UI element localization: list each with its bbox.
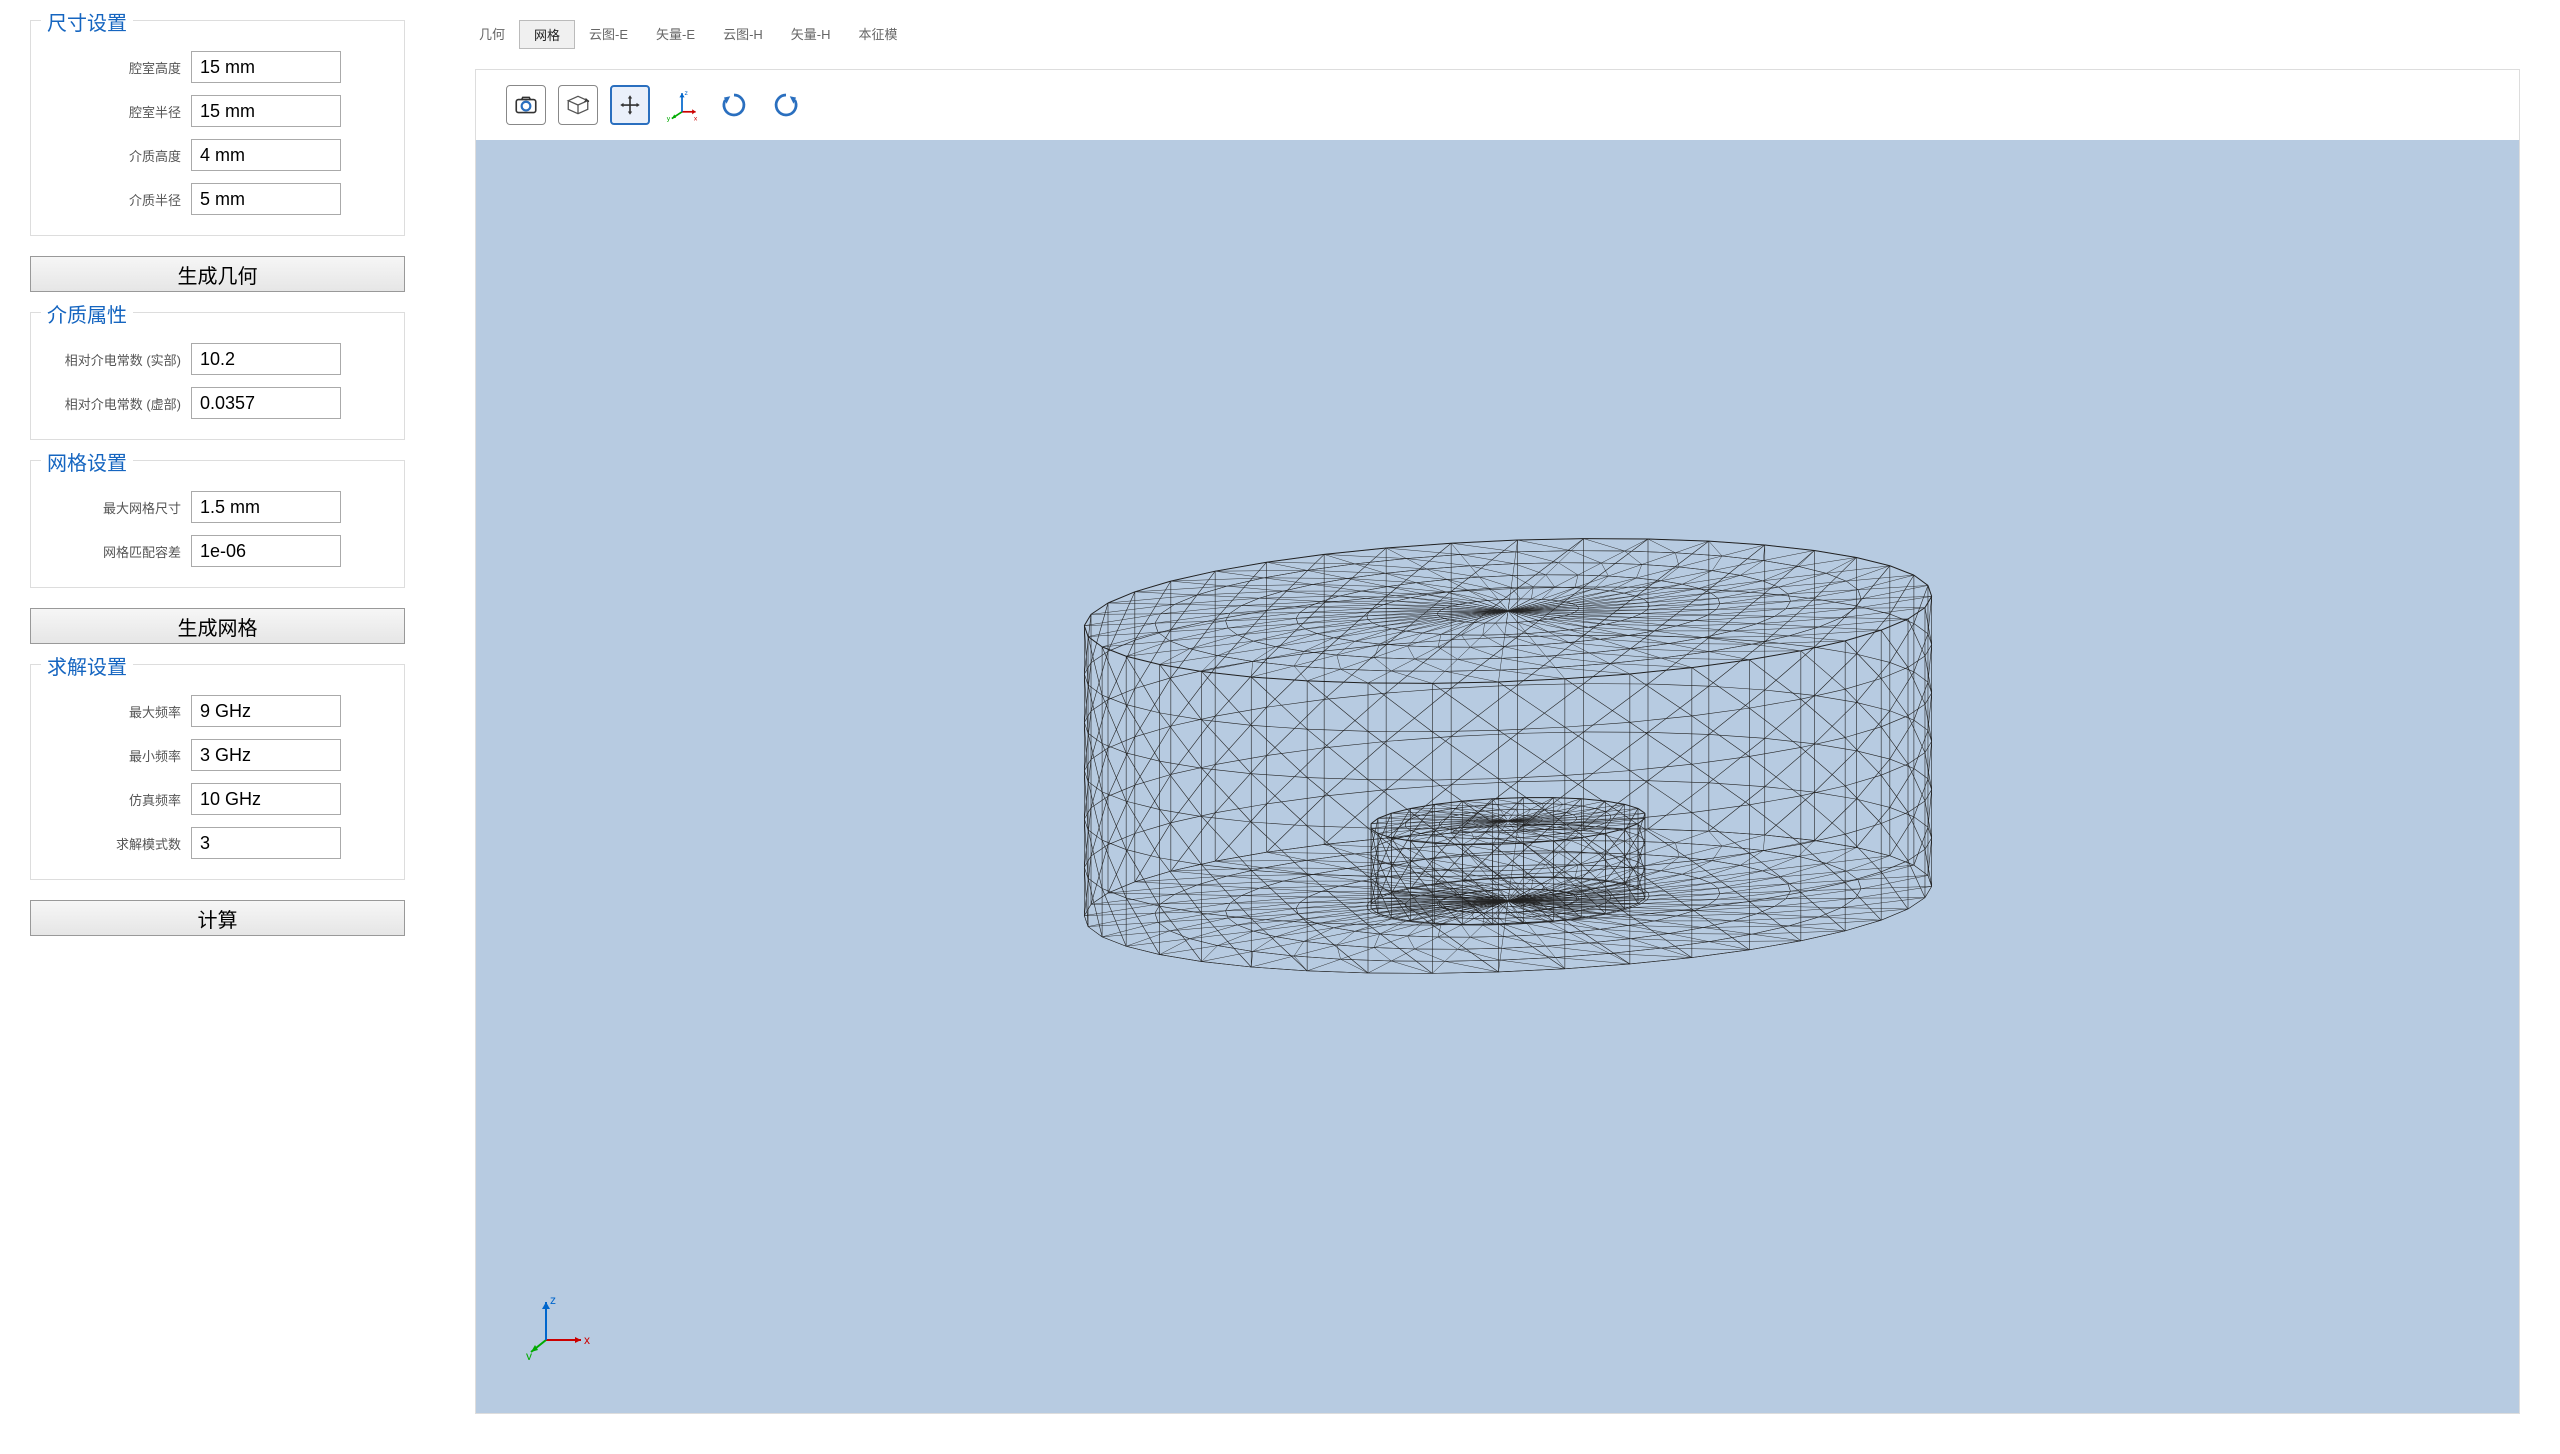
size-settings-title: 尺寸设置 [41, 7, 133, 36]
tab-vector-h[interactable]: 矢量-H [777, 20, 845, 49]
diel-radius-input[interactable] [191, 183, 341, 215]
size-settings-group: 尺寸设置 腔室高度 腔室半径 介质高度 介质半径 [30, 20, 405, 236]
generate-geometry-button[interactable]: 生成几何 [30, 256, 405, 292]
svg-text:z: z [685, 90, 689, 97]
eps-imag-input[interactable] [191, 387, 341, 419]
eps-imag-label: 相对介电常数 (虚部) [51, 394, 191, 413]
material-title: 介质属性 [41, 299, 133, 328]
fmax-label: 最大频率 [51, 702, 191, 721]
cavity-height-label: 腔室高度 [51, 58, 191, 77]
axis-z-label: z [550, 1293, 556, 1307]
tab-eigenmode[interactable]: 本征模 [845, 20, 912, 49]
tab-vector-e[interactable]: 矢量-E [642, 20, 709, 49]
diel-height-label: 介质高度 [51, 146, 191, 165]
axis-y-label: y [526, 1349, 532, 1360]
solver-title: 求解设置 [41, 651, 133, 680]
eps-real-label: 相对介电常数 (实部) [51, 350, 191, 369]
cavity-height-input[interactable] [191, 51, 341, 83]
max-mesh-input[interactable] [191, 491, 341, 523]
fmin-input[interactable] [191, 739, 341, 771]
mesh-tol-label: 网格匹配容差 [51, 542, 191, 561]
fsim-label: 仿真频率 [51, 790, 191, 809]
fsim-input[interactable] [191, 783, 341, 815]
tab-mesh[interactable]: 网格 [519, 20, 575, 49]
mesh-title: 网格设置 [41, 447, 133, 476]
mesh-tol-input[interactable] [191, 535, 341, 567]
viewport-panel: x y z x y z [475, 69, 2520, 1414]
fmax-input[interactable] [191, 695, 341, 727]
tab-cloud-h[interactable]: 云图-H [709, 20, 777, 49]
solver-group: 求解设置 最大频率 最小频率 仿真频率 求解模式数 [30, 664, 405, 880]
eps-real-input[interactable] [191, 343, 341, 375]
svg-text:x: x [694, 115, 698, 122]
axis-x-label: x [584, 1333, 590, 1347]
cavity-radius-input[interactable] [191, 95, 341, 127]
viewport-3d[interactable]: x y z [476, 140, 2519, 1413]
settings-sidebar: 尺寸设置 腔室高度 腔室半径 介质高度 介质半径 生成几何 介质属性 相对介电常 [0, 0, 435, 1454]
rotate-left-icon[interactable] [766, 85, 806, 125]
tab-geometry[interactable]: 几何 [465, 20, 519, 49]
mesh-visualization [1048, 431, 1948, 1071]
compute-button[interactable]: 计算 [30, 900, 405, 936]
generate-mesh-button[interactable]: 生成网格 [30, 608, 405, 644]
rotate-right-icon[interactable] [714, 85, 754, 125]
cavity-radius-label: 腔室半径 [51, 102, 191, 121]
move-icon[interactable] [610, 85, 650, 125]
fmin-label: 最小频率 [51, 746, 191, 765]
axes-icon[interactable]: x y z [662, 85, 702, 125]
main-area: 几何 网格 云图-E 矢量-E 云图-H 矢量-H 本征模 x y z [435, 0, 2560, 1454]
diel-radius-label: 介质半径 [51, 190, 191, 209]
mesh-group: 网格设置 最大网格尺寸 网格匹配容差 [30, 460, 405, 588]
grid-icon[interactable] [558, 85, 598, 125]
tab-cloud-e[interactable]: 云图-E [575, 20, 642, 49]
nmode-input[interactable] [191, 827, 341, 859]
viewport-toolbar: x y z [476, 70, 2519, 140]
max-mesh-label: 最大网格尺寸 [51, 498, 191, 517]
material-group: 介质属性 相对介电常数 (实部) 相对介电常数 (虚部) [30, 312, 405, 440]
diel-height-input[interactable] [191, 139, 341, 171]
camera-icon[interactable] [506, 85, 546, 125]
nmode-label: 求解模式数 [51, 834, 191, 853]
svg-text:y: y [667, 115, 671, 122]
axis-indicator: x y z [526, 1290, 596, 1363]
view-tabs: 几何 网格 云图-E 矢量-E 云图-H 矢量-H 本征模 [465, 20, 2560, 49]
